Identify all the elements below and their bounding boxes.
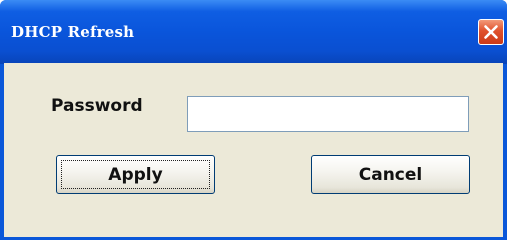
password-input[interactable] — [187, 96, 469, 132]
password-label: Password — [51, 96, 143, 116]
cancel-button[interactable]: Cancel — [311, 155, 470, 194]
close-icon — [484, 25, 498, 39]
dialog-body: Password Apply Cancel — [4, 63, 503, 240]
apply-button-label: Apply — [108, 164, 163, 185]
cancel-button-label: Cancel — [358, 164, 423, 185]
window-title: DHCP Refresh — [11, 23, 135, 41]
close-button[interactable] — [478, 19, 504, 45]
dhcp-refresh-dialog: DHCP Refresh Password Apply Cancel — [0, 0, 507, 240]
apply-button[interactable]: Apply — [56, 155, 215, 194]
title-bar[interactable]: DHCP Refresh — [0, 0, 507, 64]
